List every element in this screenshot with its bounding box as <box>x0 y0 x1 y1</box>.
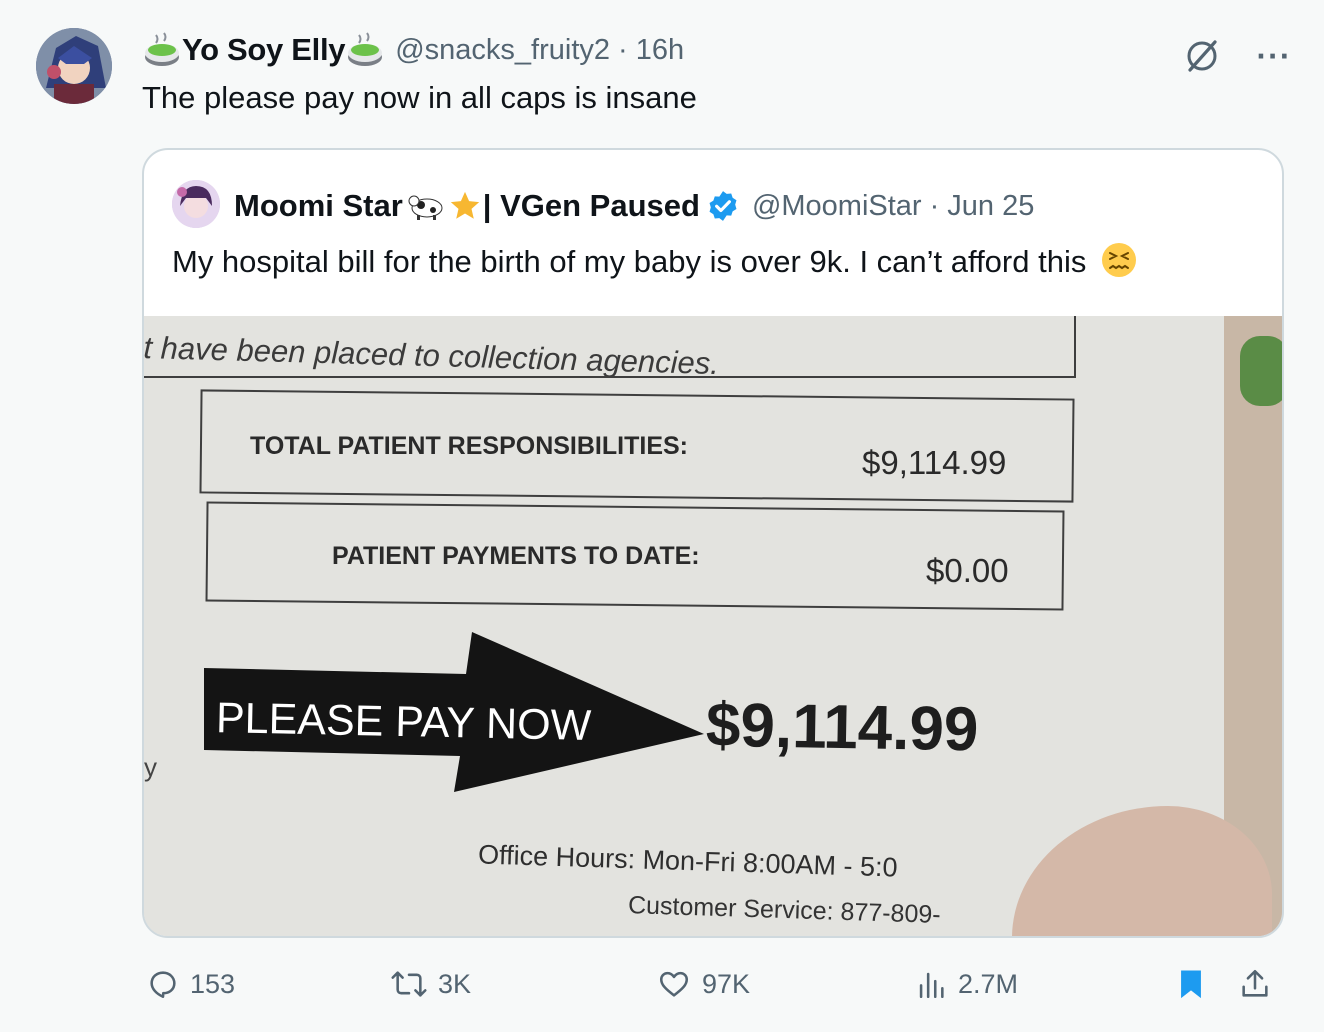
more-icon[interactable]: ··· <box>1252 34 1296 78</box>
payments-label: PATIENT PAYMENTS TO DATE: <box>332 542 700 570</box>
share-icon <box>1242 969 1268 997</box>
tweet: Yo Soy Elly @snacks_fruity2 · 16h The pl… <box>0 0 1324 1032</box>
green-object <box>1240 336 1282 406</box>
tweet-timestamp[interactable]: · 16h <box>618 34 684 67</box>
quote-handle[interactable]: @MoomiStar <box>752 190 922 223</box>
tweet-actions: 153 3K 97K 2.7M <box>142 958 1282 1010</box>
quote-display-name[interactable]: Moomi Star <box>234 188 403 224</box>
edge-char: y <box>144 752 157 782</box>
please-pay-label: PLEASE PAY NOW <box>215 694 592 750</box>
quote-avatar-image <box>172 180 220 228</box>
reply-button[interactable]: 153 <box>146 958 235 1010</box>
reply-icon <box>150 971 176 999</box>
views-button[interactable]: 2.7M <box>914 958 1018 1010</box>
more-label: ··· <box>1256 37 1292 74</box>
like-count: 97K <box>702 968 751 999</box>
heart-icon <box>659 971 689 997</box>
repost-icon <box>391 971 427 997</box>
tweet-text: The please pay now in all caps is insane <box>142 80 697 115</box>
quote-photo[interactable]: t have been placed to collection agencie… <box>144 316 1282 936</box>
quote-text: My hospital bill for the birth of my bab… <box>172 242 1137 280</box>
quote-name-suffix: | VGen Paused <box>482 188 700 223</box>
tea-cup-emoji <box>345 31 385 69</box>
bookmark-icon <box>1181 970 1201 999</box>
quoted-tweet[interactable]: Moomi Star | VGen Paused @MoomiStar · Ju… <box>142 148 1284 938</box>
tea-cup-emoji <box>142 31 182 69</box>
like-button[interactable]: 97K <box>656 958 750 1010</box>
repost-count: 3K <box>438 968 472 999</box>
quote-timestamp[interactable]: · Jun 25 <box>930 190 1035 223</box>
views-icon <box>919 972 944 999</box>
total-value: $9,114.99 <box>862 444 1007 481</box>
cow-emoji <box>407 191 447 221</box>
author-avatar[interactable] <box>36 28 112 104</box>
author-display-name[interactable]: Yo Soy Elly <box>182 32 346 68</box>
verified-badge-icon <box>706 189 740 223</box>
tweet-top-actions: ··· <box>1180 34 1296 78</box>
bookmark-button[interactable] <box>1174 958 1208 1010</box>
repost-button[interactable]: 3K <box>390 958 471 1010</box>
total-label: TOTAL PATIENT RESPONSIBILITIES: <box>250 432 688 460</box>
reply-count: 153 <box>190 968 236 999</box>
tweet-header: Yo Soy Elly @snacks_fruity2 · 16h <box>142 30 684 70</box>
top-box-border <box>144 316 1076 378</box>
please-pay-value: $9,114.99 <box>705 690 979 765</box>
views-count: 2.7M <box>958 968 1019 999</box>
anime-character-avatar <box>36 28 112 104</box>
grok-icon[interactable] <box>1180 34 1224 78</box>
confounded-face-emoji <box>1101 242 1137 278</box>
payments-value: $0.00 <box>926 552 1009 589</box>
author-handle[interactable]: @snacks_fruity2 <box>395 34 610 67</box>
quote-header: Moomi Star | VGen Paused @MoomiStar · Ju… <box>234 184 1034 228</box>
share-button[interactable] <box>1238 958 1272 1010</box>
star-emoji <box>447 189 483 223</box>
quote-text-content: My hospital bill for the birth of my bab… <box>172 244 1087 279</box>
quote-author-avatar[interactable] <box>172 180 220 228</box>
